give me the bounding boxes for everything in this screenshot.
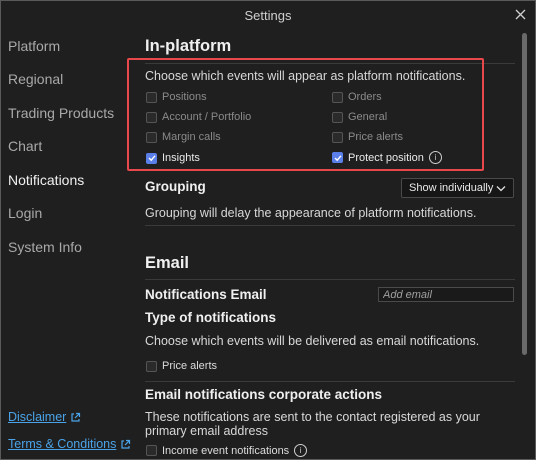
grouping-dropdown[interactable]: Show individually (401, 178, 514, 198)
email-heading: Email (145, 254, 190, 272)
grouping-description: Grouping will delay the appearance of pl… (145, 206, 477, 220)
disclaimer-link[interactable]: Disclaimer (8, 410, 81, 424)
title-bar: Settings (1, 1, 535, 29)
checkbox-icon (332, 111, 343, 123)
checkbox-margin-calls[interactable]: Margin calls (146, 131, 221, 143)
checkbox-icon (146, 111, 157, 123)
checkbox-icon (332, 131, 343, 143)
external-link-icon (121, 439, 131, 449)
divider (145, 381, 515, 382)
sidebar-item-regional[interactable]: Regional (1, 63, 137, 97)
close-button[interactable] (511, 5, 529, 23)
settings-content: In-platform Choose which events will app… (145, 29, 515, 459)
scrollbar[interactable] (522, 33, 527, 355)
window-title: Settings (244, 7, 292, 23)
checkbox-protect-position[interactable]: Protect position i (332, 151, 442, 164)
settings-window: Settings Platform Regional Trading Produ… (0, 0, 536, 460)
corporate-actions-description: These notifications are sent to the cont… (145, 410, 480, 438)
info-icon[interactable]: i (428, 151, 442, 164)
info-icon[interactable]: i (294, 444, 308, 457)
divider (145, 63, 515, 64)
sidebar-item-platform[interactable]: Platform (1, 29, 137, 63)
email-field[interactable] (378, 287, 514, 302)
checkbox-insights[interactable]: Insights (146, 152, 200, 164)
terms-link[interactable]: Terms & Conditions (8, 437, 131, 451)
sidebar-item-login[interactable]: Login (1, 197, 137, 231)
checkmark-icon (146, 152, 157, 164)
in-platform-heading: In-platform (145, 37, 232, 55)
checkbox-price-alerts[interactable]: Price alerts (332, 131, 403, 143)
corporate-actions-heading: Email notifications corporate actions (145, 387, 383, 402)
checkbox-icon (146, 360, 157, 372)
checkbox-orders[interactable]: Orders (332, 91, 382, 103)
sidebar-item-trading-products[interactable]: Trading Products (1, 96, 137, 130)
type-of-notifications-heading: Type of notifications (145, 310, 276, 325)
type-of-notifications-description: Choose which events will be delivered as… (145, 334, 480, 348)
external-link-icon (71, 412, 81, 422)
in-platform-description: Choose which events will appear as platf… (145, 69, 466, 83)
notifications-email-label: Notifications Email (145, 287, 267, 302)
checkmark-icon (332, 152, 343, 163)
sidebar-item-notifications[interactable]: Notifications (1, 163, 137, 197)
checkbox-icon (146, 91, 157, 103)
checkbox-icon (146, 445, 157, 456)
chevron-down-icon (496, 185, 506, 191)
divider (145, 225, 515, 226)
sidebar: Platform Regional Trading Products Chart… (1, 29, 137, 459)
sidebar-item-chart[interactable]: Chart (1, 130, 137, 164)
checkbox-icon (332, 91, 343, 103)
checkbox-icon (146, 131, 157, 143)
grouping-heading: Grouping (145, 179, 206, 194)
sidebar-item-system-info[interactable]: System Info (1, 230, 137, 264)
checkbox-account-portfolio[interactable]: Account / Portfolio (146, 111, 251, 123)
checkbox-income-event[interactable]: Income event notifications i (146, 444, 308, 457)
close-icon (515, 9, 525, 19)
divider (145, 279, 515, 280)
checkbox-general[interactable]: General (332, 111, 387, 123)
checkbox-email-price-alerts[interactable]: Price alerts (146, 360, 217, 372)
checkbox-positions[interactable]: Positions (146, 91, 207, 103)
